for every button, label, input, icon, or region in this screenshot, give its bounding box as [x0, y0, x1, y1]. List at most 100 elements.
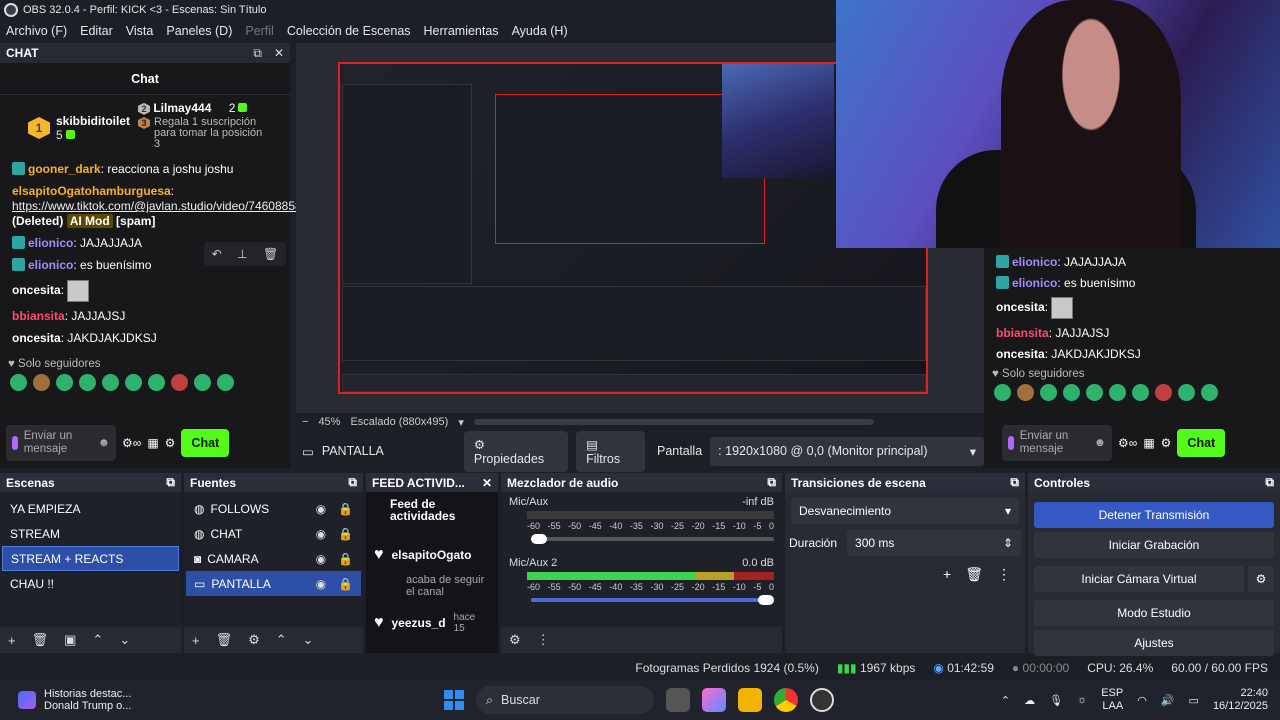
menu-paneles[interactable]: Paneles (D) [166, 24, 232, 38]
mic-icon[interactable] [12, 436, 18, 450]
eye-icon[interactable]: ◉ [316, 577, 326, 591]
chat-username[interactable]: elionico [1012, 255, 1057, 269]
up-icon[interactable]: ⌃ [92, 632, 103, 648]
leader-second-name[interactable]: Lilmay444 [153, 101, 211, 115]
store-icon[interactable]: ▦ [1143, 436, 1154, 450]
filter-icon[interactable]: ▣ [64, 632, 76, 648]
scene-item[interactable]: CHAU !! [2, 571, 179, 596]
properties-button[interactable]: ⚙ Propiedades [463, 430, 569, 472]
up-icon[interactable]: ⌃ [276, 632, 287, 648]
close-icon[interactable]: ✕ [482, 476, 492, 490]
close-icon[interactable]: ✕ [274, 46, 284, 61]
chat-username[interactable]: elsapitoOgatohamburguesa [12, 184, 171, 198]
emote-icon[interactable] [1109, 384, 1126, 401]
leader-first-name[interactable]: skibbiditoilet [56, 114, 130, 128]
news-widget[interactable]: Historias destac... Donald Trump o... [0, 688, 300, 712]
emote-icon[interactable] [1063, 384, 1080, 401]
eye-icon[interactable]: ◉ [316, 552, 326, 566]
emote-icon[interactable] [1040, 384, 1057, 401]
lock-icon[interactable]: 🔒 [338, 527, 353, 541]
settings-icon[interactable]: ⚙∞ [1118, 436, 1137, 450]
emote-icon[interactable] [1132, 384, 1149, 401]
float-icon[interactable]: ⧉ [767, 475, 776, 490]
stop-streaming-button[interactable]: Detener Transmisión [1034, 502, 1274, 528]
chat-input[interactable]: Enviar un mensaje ☻ [1002, 425, 1112, 461]
emote-icon[interactable] [1017, 384, 1034, 401]
delete-icon[interactable]: 🗑 [216, 632, 233, 648]
zoom-minus[interactable]: − [302, 416, 308, 428]
chat-send-button[interactable]: Chat [1177, 429, 1226, 457]
float-icon[interactable]: ⧉ [166, 475, 175, 490]
menu-perfil[interactable]: Perfil [245, 24, 273, 38]
obs-taskbar-icon[interactable] [810, 688, 834, 712]
emote-icon[interactable] [125, 374, 142, 391]
scene-item[interactable]: STREAM [2, 521, 179, 546]
chat-username[interactable]: oncesita [996, 300, 1045, 314]
lock-icon[interactable]: 🔒 [338, 552, 353, 566]
source-item[interactable]: ◙ CAMARA ◉ 🔒 [186, 546, 361, 571]
menu-editar[interactable]: Editar [80, 24, 113, 38]
settings-icon[interactable]: ⚙∞ [122, 436, 141, 450]
battery-icon[interactable]: ▭ [1189, 694, 1199, 707]
windows-start-icon[interactable] [444, 690, 464, 710]
gear-icon[interactable]: ⚙ [165, 436, 176, 450]
eye-icon[interactable]: ◉ [316, 527, 326, 541]
menu-herramientas[interactable]: Herramientas [424, 24, 499, 38]
emote-icon[interactable] [10, 374, 27, 391]
more-icon[interactable]: ⋮ [997, 566, 1011, 583]
chat-username[interactable]: bbiansita [996, 326, 1049, 340]
delete-icon[interactable]: 🗑 [263, 247, 278, 261]
menu-ayuda[interactable]: Ayuda (H) [512, 24, 568, 38]
brightness-icon[interactable]: ☼ [1077, 694, 1087, 706]
volume-slider[interactable] [531, 534, 774, 544]
emoji-icon[interactable]: ☻ [98, 437, 110, 450]
emote-icon[interactable] [33, 374, 50, 391]
emote-icon[interactable] [1201, 384, 1218, 401]
settings-button[interactable]: Ajustes [1034, 630, 1274, 656]
chat-send-button[interactable]: Chat [181, 429, 230, 457]
add-icon[interactable]: + [943, 566, 951, 583]
emote-icon[interactable] [1155, 384, 1172, 401]
clock[interactable]: 22:40 16/12/2025 [1213, 687, 1268, 713]
emote-icon[interactable] [1178, 384, 1195, 401]
float-icon[interactable]: ⧉ [1010, 475, 1019, 490]
gear-icon[interactable]: ⚙ [248, 632, 260, 648]
scaling-dropdown[interactable]: Escalado (880x495) [350, 416, 448, 428]
emote-icon[interactable] [148, 374, 165, 391]
undo-icon[interactable]: ↶ [212, 247, 222, 261]
source-item[interactable]: ◍ CHAT ◉ 🔒 [186, 521, 361, 546]
emote-icon[interactable] [1086, 384, 1103, 401]
float-icon[interactable]: ⧉ [1265, 475, 1274, 490]
pin-icon[interactable]: ⊥ [237, 247, 247, 261]
chat-username[interactable]: oncesita [12, 331, 61, 345]
mic-icon[interactable]: 🎙 [1049, 694, 1063, 707]
scene-item[interactable]: YA EMPIEZA [2, 496, 179, 521]
scene-item-selected[interactable]: STREAM + REACTS [2, 546, 179, 571]
emote-icon[interactable] [79, 374, 96, 391]
filters-button[interactable]: ▤ Filtros [576, 430, 645, 472]
menu-vista[interactable]: Vista [126, 24, 154, 38]
delete-icon[interactable]: 🗑 [965, 566, 983, 583]
gear-icon[interactable]: ⚙ [509, 632, 521, 648]
start-recording-button[interactable]: Iniciar Grabación [1034, 532, 1274, 558]
add-icon[interactable]: + [8, 633, 16, 648]
taskbar-search[interactable]: ⌕ Buscar [476, 686, 654, 714]
chat-username[interactable]: gooner_dark [28, 162, 101, 176]
more-icon[interactable]: ⋮ [537, 632, 550, 648]
chat-username[interactable]: elionico [28, 258, 73, 272]
chevron-down-icon[interactable]: ▾ [458, 416, 464, 429]
task-view-icon[interactable] [666, 688, 690, 712]
mic-icon[interactable] [1008, 436, 1014, 450]
duration-input[interactable]: 300 ms ⇕ [847, 530, 1021, 556]
volume-slider[interactable] [531, 595, 774, 605]
cloud-icon[interactable]: ☁ [1024, 694, 1035, 707]
source-item[interactable]: ◍ FOLLOWS ◉ 🔒 [186, 496, 361, 521]
chat-username[interactable]: bbiansita [12, 309, 65, 323]
store-icon[interactable]: ▦ [147, 436, 158, 450]
gear-icon[interactable]: ⚙ [1161, 436, 1172, 450]
slider-knob[interactable] [758, 595, 774, 605]
slider-knob[interactable] [531, 534, 547, 544]
volume-icon[interactable]: 🔊 [1161, 694, 1175, 707]
menu-archivo[interactable]: Archivo (F) [6, 24, 67, 38]
emote-icon[interactable] [217, 374, 234, 391]
